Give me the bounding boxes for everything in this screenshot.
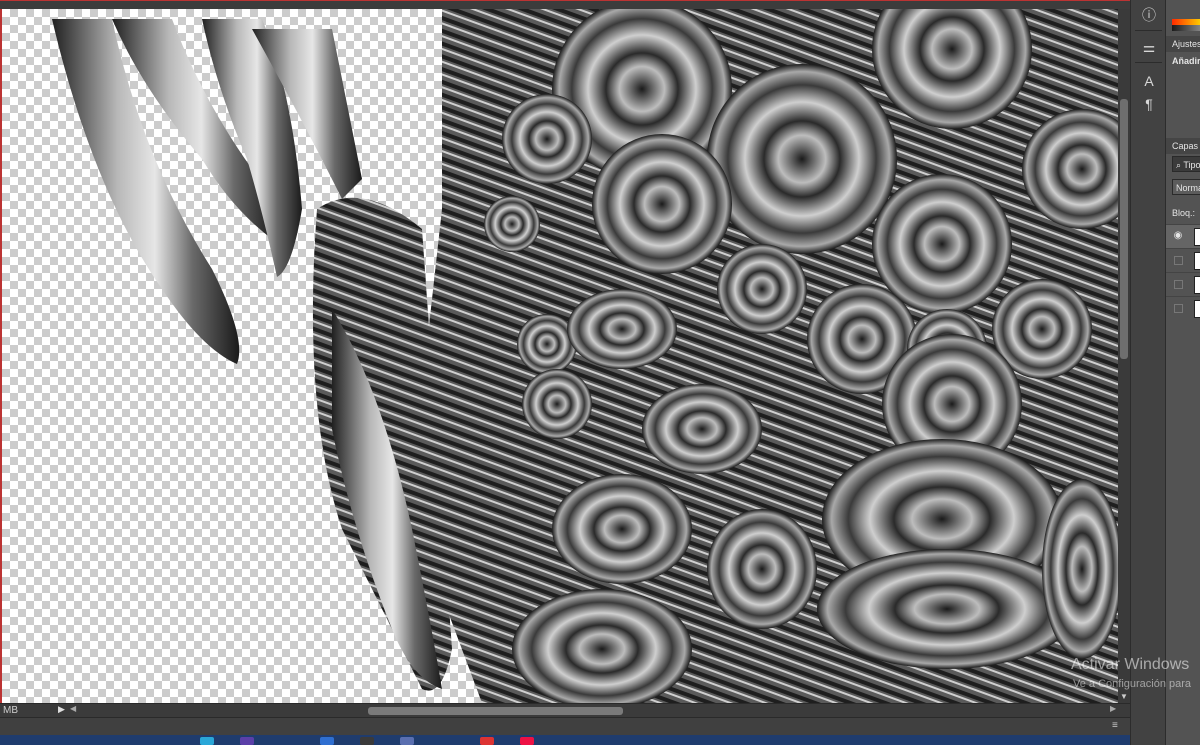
visibility-toggle[interactable]: [1174, 256, 1183, 265]
layer-row[interactable]: [1166, 296, 1200, 321]
strip-divider: [1135, 62, 1162, 63]
taskbar-app-icon[interactable]: [360, 737, 374, 745]
timeline-panel-strip: ≡: [0, 717, 1130, 736]
taskbar-app-icon[interactable]: [320, 737, 334, 745]
vertical-scroll-thumb[interactable]: [1120, 99, 1128, 359]
paragraph-icon[interactable]: ¶: [1139, 94, 1159, 114]
taskbar-app-icon[interactable]: [400, 737, 414, 745]
taskbar-app-icon[interactable]: [200, 737, 214, 745]
windows-activation-subtitle: Ve a Configuración para: [1073, 678, 1192, 690]
layer-thumbnail: [1194, 300, 1200, 318]
color-swatch-strip[interactable]: [1172, 25, 1200, 31]
right-panels: Ajustes Añadir Capas ⌕ Tipo Normal Bloq.…: [1165, 0, 1200, 745]
strip-divider: [1135, 30, 1162, 31]
document-canvas[interactable]: [0, 9, 1120, 703]
tab-capas[interactable]: Capas: [1166, 138, 1200, 154]
info-icon[interactable]: ⓘ: [1139, 5, 1159, 25]
creature-artwork: [52, 9, 1120, 703]
photoshop-window: ▼ MB ▶ ◀ ▶ ≡ ⓘ ⚌ A ¶ Ajustes Añadir Capa…: [0, 0, 1200, 745]
taskbar-app-icon[interactable]: [240, 737, 254, 745]
layer-thumbnail: [1194, 228, 1200, 246]
windows-activation-watermark: Activar Windows: [1071, 656, 1190, 673]
windows-taskbar: [0, 735, 1200, 745]
horizontal-scroll-thumb[interactable]: [368, 707, 623, 715]
visibility-toggle[interactable]: [1174, 280, 1183, 289]
blend-mode-select[interactable]: Normal: [1172, 179, 1200, 195]
document-info: MB: [3, 705, 18, 716]
properties-icon[interactable]: ⚌: [1139, 37, 1159, 57]
layer-row[interactable]: [1166, 272, 1200, 297]
layer-filter-search[interactable]: ⌕ Tipo: [1172, 156, 1200, 172]
character-icon[interactable]: A: [1139, 71, 1159, 91]
vertical-scrollbar[interactable]: ▼: [1118, 9, 1130, 703]
scroll-down-arrow-icon[interactable]: ▼: [1118, 691, 1130, 703]
panel-icon-strip: ⓘ ⚌ A ¶: [1130, 0, 1166, 745]
taskbar-app-icon[interactable]: [480, 737, 494, 745]
layer-filter-label: Tipo: [1183, 160, 1200, 170]
status-bar: MB ▶ ◀ ▶: [0, 703, 1130, 718]
layer-row[interactable]: [1166, 248, 1200, 273]
tab-ajustes[interactable]: Ajustes: [1166, 36, 1200, 52]
scroll-left-arrow-icon[interactable]: ◀: [70, 704, 76, 713]
scroll-right-arrow-icon[interactable]: ▶: [1110, 704, 1116, 713]
layer-thumbnail: [1194, 252, 1200, 270]
lock-label: Bloq.:: [1172, 208, 1196, 218]
layer-row[interactable]: ◉: [1166, 224, 1200, 249]
adjustments-add-label: Añadir: [1172, 56, 1200, 66]
eye-icon[interactable]: ◉: [1172, 230, 1184, 242]
visibility-toggle[interactable]: [1174, 304, 1183, 313]
panel-menu-icon[interactable]: ≡: [1112, 720, 1118, 731]
status-menu-arrow-icon[interactable]: ▶: [58, 704, 65, 715]
layer-thumbnail: [1194, 276, 1200, 294]
taskbar-app-icon[interactable]: [520, 737, 534, 745]
